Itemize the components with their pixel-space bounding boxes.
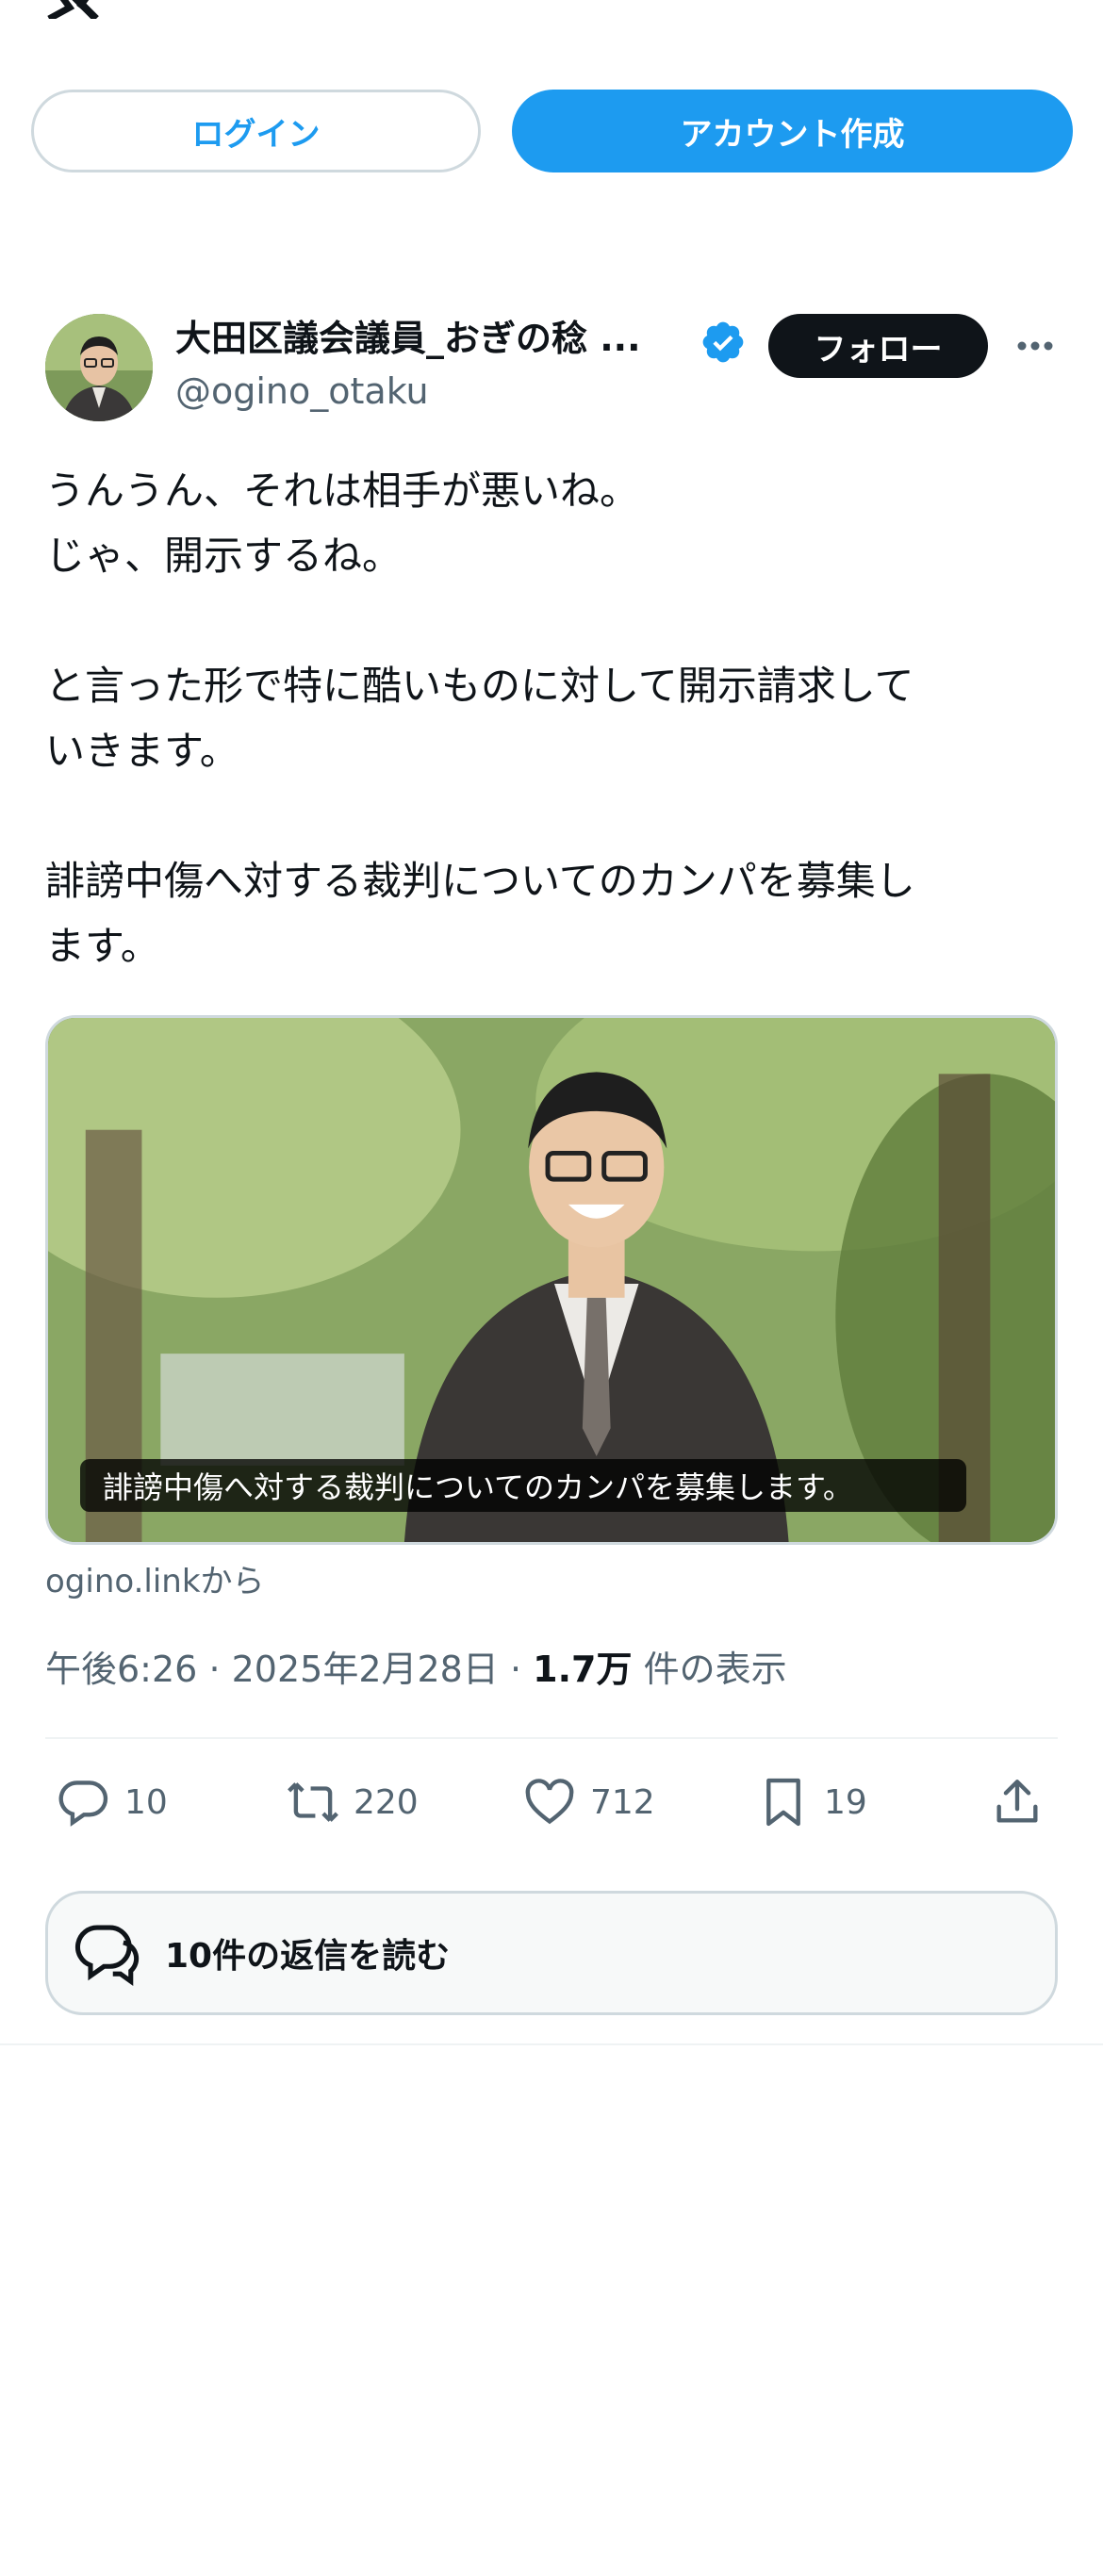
reply-button[interactable]: 10 [57,1774,168,1830]
author-display-name[interactable]: 大田区議会議員_おぎの稔 ... [175,309,641,361]
more-options-icon[interactable] [1016,330,1054,362]
reply-icon [58,1780,108,1827]
bookmark-button[interactable]: 19 [756,1774,867,1830]
signup-button[interactable]: アカウント作成 [512,90,1073,172]
avatar-photo [45,314,153,421]
divider [45,1737,1058,1739]
heart-icon [525,1779,574,1825]
retweet-button[interactable]: 220 [286,1774,419,1830]
login-button[interactable]: ログイン [31,90,481,172]
author-handle[interactable]: @ogino_otaku [175,370,429,412]
card-source-link[interactable]: ogino.linkから [45,1555,265,1601]
divider [0,2043,1103,2045]
chat-bubbles-icon [74,1925,140,1987]
retweet-icon [288,1782,338,1822]
retweet-count: 220 [354,1782,419,1822]
read-replies-button[interactable]: 10件の返信を読む [45,1891,1058,2015]
share-button[interactable] [990,1774,1058,1830]
follow-button[interactable]: フォロー [768,314,988,378]
like-button[interactable]: 712 [522,1774,655,1830]
like-count: 712 [590,1782,655,1822]
tweet-text: うんうん、それは相手が悪いね。 じゃ、開示するね。 と言った形で特に酷いものに対… [45,468,915,969]
card-caption: 誹謗中傷へ対する裁判についてのカンパを募集します。 [80,1459,966,1512]
share-icon [996,1780,1038,1823]
views-count: 1.7万 [533,1649,633,1690]
verified-badge-icon [702,321,744,363]
reply-count: 10 [124,1782,168,1822]
bookmark-icon [766,1778,800,1827]
avatar[interactable] [45,314,153,421]
tweet-meta: 午後6:26 · 2025年2月28日 · 1.7万 件の表示 [45,1640,787,1692]
meta-separator: · [509,1649,522,1690]
link-card[interactable]: 誹謗中傷へ対する裁判についてのカンパを募集します。 [45,1015,1058,1545]
meta-separator: · [208,1649,221,1690]
tweet-date[interactable]: 2025年2月28日 [232,1649,499,1690]
views-label: 件の表示 [643,1649,787,1690]
x-logo-icon[interactable] [45,0,104,19]
bookmark-count: 19 [824,1782,867,1822]
tweet-time[interactable]: 午後6:26 [45,1649,197,1690]
read-replies-label: 10件の返信を読む [165,1937,451,1976]
